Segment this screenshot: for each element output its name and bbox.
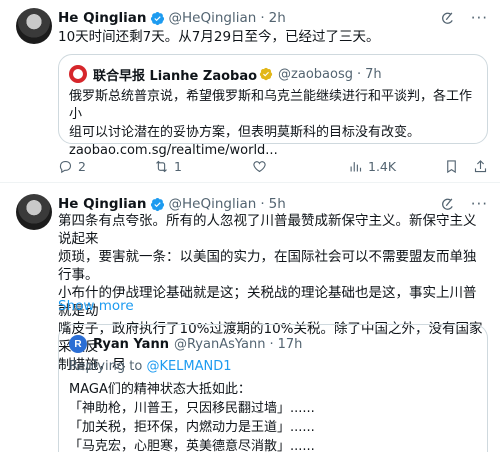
timestamp[interactable]: 2h <box>269 10 286 26</box>
tweet-header: He Qinglian @HeQinglian · 2h ··· <box>58 8 488 28</box>
author-name[interactable]: He Qinglian <box>58 196 147 212</box>
quote-timestamp: 17h <box>277 336 303 352</box>
more-icon[interactable]: ··· <box>471 10 488 26</box>
tweet[interactable]: He Qinglian @HeQinglian · 5h ··· 第四条有点夸张… <box>0 184 500 456</box>
quote-author-name: Ryan Yann <box>93 336 169 352</box>
grok-icon[interactable] <box>440 11 455 26</box>
quote-author-handle: @RyanAsYann <box>173 336 266 352</box>
gold-verified-badge-icon <box>259 67 273 81</box>
verified-badge-icon <box>150 11 164 25</box>
separator-dot: · <box>356 66 362 82</box>
repost-icon <box>156 160 167 172</box>
tweet-header: He Qinglian @HeQinglian · 5h ··· <box>58 194 488 214</box>
replying-to: Replying to @KELMAND1 <box>69 359 232 374</box>
show-more-link[interactable]: Show more <box>58 298 134 314</box>
view-count: 1.4K <box>368 158 397 174</box>
reply-count: 2 <box>78 158 86 174</box>
separator-dot: · <box>269 336 274 352</box>
grok-icon[interactable] <box>440 197 455 212</box>
repost-button[interactable]: 1 <box>154 159 252 174</box>
avatar[interactable] <box>16 8 52 44</box>
replying-prefix: Replying to <box>69 359 147 374</box>
share-icon[interactable] <box>473 159 488 174</box>
author-name[interactable]: He Qinglian <box>58 10 147 26</box>
repost-count: 1 <box>174 158 182 174</box>
reply-button[interactable]: 2 <box>58 159 154 174</box>
more-icon[interactable]: ··· <box>471 196 488 212</box>
separator-dot: · <box>260 196 265 212</box>
tweet-actions: 2 1 1.4K <box>58 157 488 175</box>
quote-header: R Ryan Yann @RyanAsYann · 17h <box>69 335 302 353</box>
bookmark-icon[interactable] <box>444 159 459 174</box>
author-handle[interactable]: @HeQinglian <box>169 10 257 26</box>
tweet[interactable]: He Qinglian @HeQinglian · 2h ··· 10天时间还剩… <box>0 0 500 183</box>
quote-avatar <box>69 65 87 83</box>
timestamp[interactable]: 5h <box>269 196 286 212</box>
reply-icon <box>59 160 72 173</box>
quote-author-name: 联合早报 Lianhe Zaobao <box>93 68 258 84</box>
quoted-tweet[interactable]: R Ryan Yann @RyanAsYann · 17h Replying t… <box>58 324 488 454</box>
verified-badge-icon <box>150 197 164 211</box>
tweet-text: 10天时间还剩7天。从7月29日至今，已经过了三天。 <box>58 29 380 45</box>
like-button[interactable] <box>252 159 348 174</box>
quoted-tweet[interactable]: 联合早报 Lianhe Zaobao @zaobaosg · 7h 俄罗斯总统普… <box>58 54 488 158</box>
quote-text: 俄罗斯总统普京说，希望俄罗斯和乌克兰能继续进行和平谈判，各工作小 组可以讨论潜在… <box>69 89 473 158</box>
avatar[interactable] <box>16 194 52 230</box>
views-icon <box>350 161 362 171</box>
quote-avatar: R <box>69 335 87 353</box>
separator-dot: · <box>260 10 265 26</box>
like-icon <box>253 160 266 172</box>
quote-header: 联合早报 Lianhe Zaobao @zaobaosg · 7h <box>69 65 382 84</box>
views-button[interactable]: 1.4K <box>348 159 428 174</box>
author-handle[interactable]: @HeQinglian <box>169 196 257 212</box>
quote-author-handle: @zaobaosg <box>278 66 353 82</box>
quote-timestamp: 7h <box>365 66 382 82</box>
replying-mention[interactable]: @KELMAND1 <box>146 359 231 374</box>
quote-text: MAGA们的精神状态大抵如此： 「神助枪，川普王，只因移民翻过墙」...... … <box>69 382 315 454</box>
